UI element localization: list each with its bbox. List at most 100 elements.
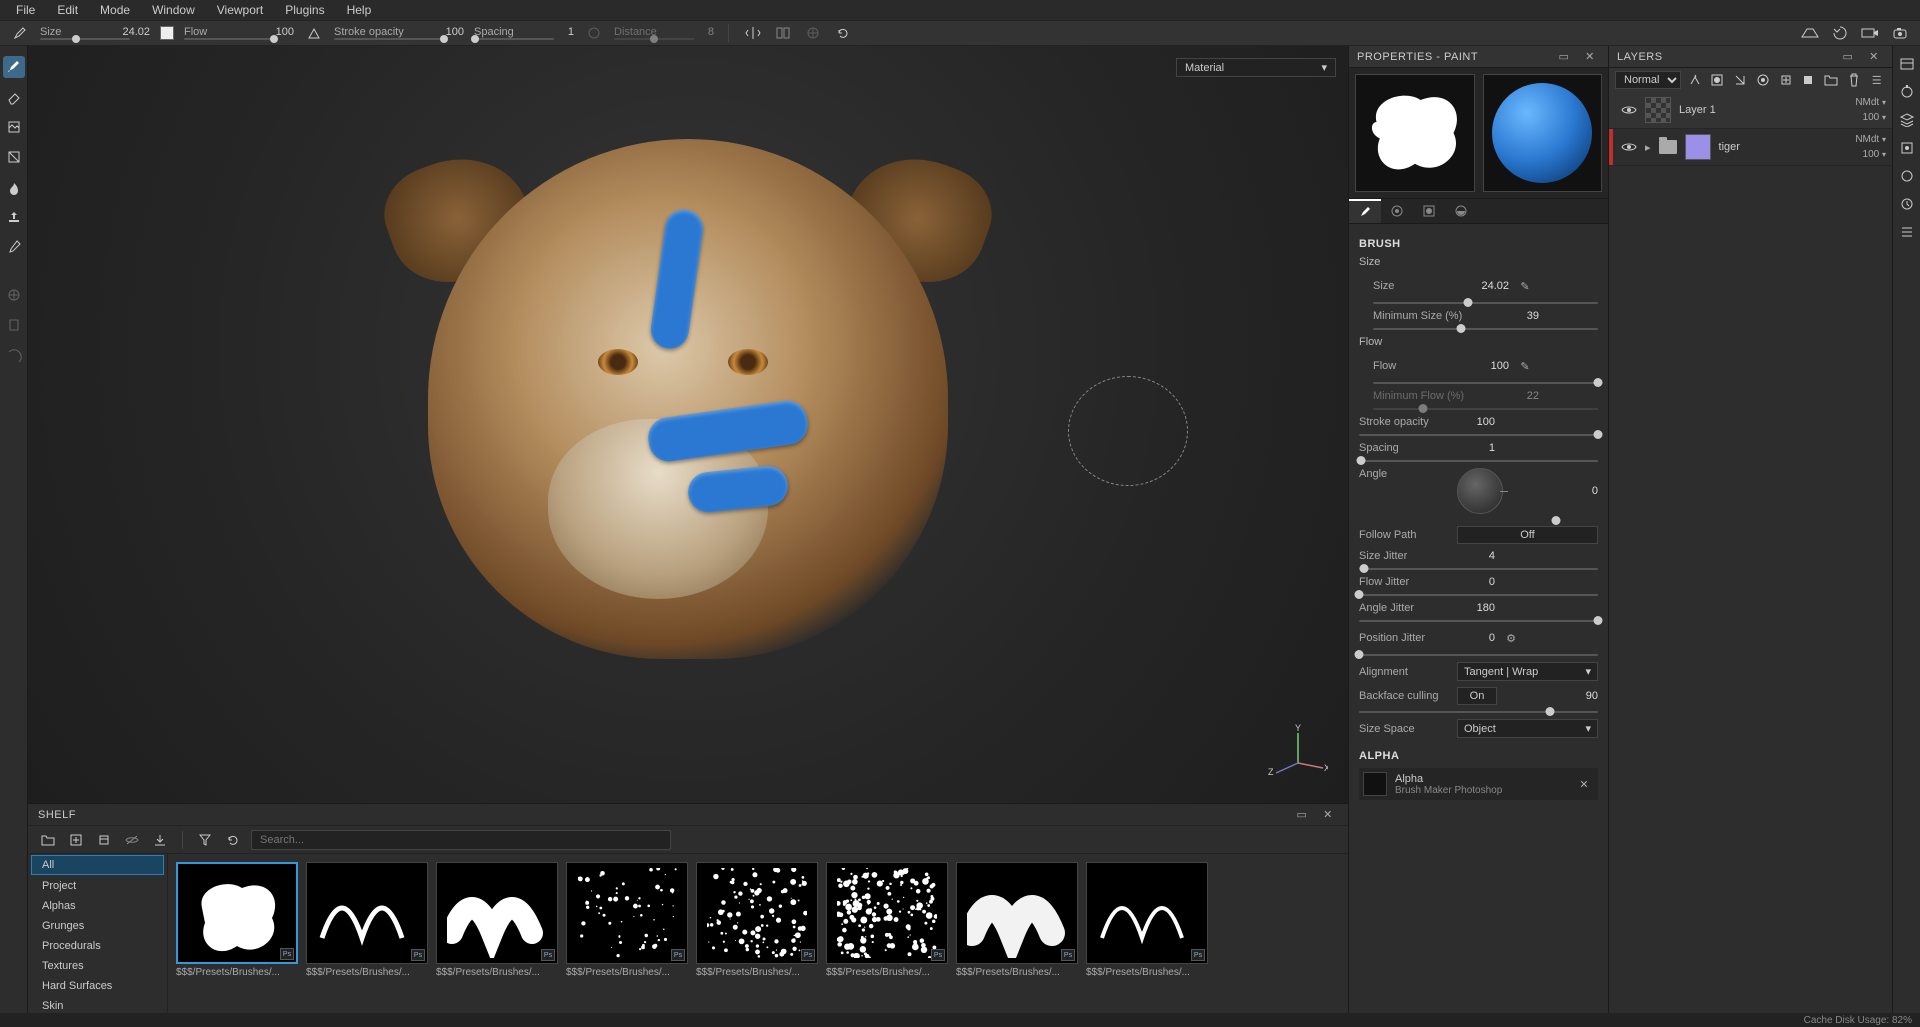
add-adjust-icon[interactable] [1731,70,1750,90]
props-tab-material[interactable] [1445,199,1477,223]
shelf-new-icon[interactable] [66,830,86,850]
dock-log-icon[interactable] [1897,222,1917,242]
dock-texset-icon[interactable] [1897,54,1917,74]
radial-icon[interactable] [803,23,823,43]
layer-row[interactable]: ▸tigerNMdt ▾100 ▾ [1609,129,1892,166]
material-toggle[interactable] [160,26,174,40]
stroke-opacity-value[interactable]: 100 [446,26,464,38]
layer-opacity[interactable]: 100 ▾ [1863,149,1886,160]
brush-preset[interactable]: Ps$$$/Presets/Brushes/... [566,862,688,1005]
menu-help[interactable]: Help [337,1,382,19]
polyfill-tool[interactable] [3,146,25,168]
delete-layer-icon[interactable] [1845,70,1864,90]
p-size-slider[interactable] [1373,302,1598,304]
camera-baking-icon[interactable] [1860,23,1880,43]
flow-pressure-icon[interactable]: ✎ [1517,356,1533,376]
flow-slider[interactable] [184,38,274,40]
size-value[interactable]: 24.02 [122,26,150,38]
brush-preset[interactable]: Ps$$$/Presets/Brushes/... [436,862,558,1005]
shelf-import-icon[interactable] [150,830,170,850]
angle-wheel[interactable] [1457,468,1503,514]
brush-picker-icon[interactable] [10,23,30,43]
p-minsize-value[interactable]: 39 [1501,310,1539,322]
props-close-icon[interactable]: ✕ [1580,47,1600,67]
p-sizespace-select[interactable]: Object▾ [1457,719,1598,738]
dock-layers-icon[interactable] [1897,110,1917,130]
p-size-value[interactable]: 24.02 [1471,280,1509,292]
shelf-cat-textures[interactable]: Textures [28,956,167,976]
props-tab-stencil[interactable] [1413,199,1445,223]
visibility-toggle-icon[interactable] [1621,103,1637,117]
picker-tool[interactable] [3,236,25,258]
shelf-cat-all[interactable]: All [31,855,164,875]
shelf-cat-grunges[interactable]: Grunges [28,916,167,936]
chevron-right-icon[interactable]: ▸ [1645,141,1651,154]
menu-edit[interactable]: Edit [47,1,88,19]
plugin2-icon[interactable] [3,314,25,336]
p-angle-value[interactable]: 0 [1560,485,1598,497]
p-spacing-value[interactable]: 1 [1457,442,1495,454]
shelf-search-input[interactable] [251,830,671,850]
brush-alpha-preview[interactable] [1355,74,1475,192]
shelf-cat-procedurals[interactable]: Procedurals [28,936,167,956]
shelf-cat-skin[interactable]: Skin [28,996,167,1013]
layer-opacity[interactable]: 100 ▾ [1863,112,1886,123]
dock-display-icon[interactable] [1897,166,1917,186]
p-minsize-slider[interactable] [1373,328,1598,330]
p-anglejitter-value[interactable]: 180 [1457,602,1495,614]
p-backface-slider[interactable] [1359,711,1598,713]
stroke-opacity-slider[interactable] [334,38,444,40]
brush-preset[interactable]: Ps$$$/Presets/Brushes/... [306,862,428,1005]
brush-preset[interactable]: Ps$$$/Presets/Brushes/... [176,862,298,1005]
menu-viewport[interactable]: Viewport [207,1,273,19]
clone-tool[interactable] [3,206,25,228]
viewport-3d[interactable]: Material ▾ Y X Z [28,46,1348,803]
layers-popout-icon[interactable]: ▭ [1838,47,1858,67]
p-follow-toggle[interactable]: Off [1457,526,1598,544]
dock-channels-icon[interactable] [1897,138,1917,158]
add-mask-icon[interactable] [1708,70,1727,90]
brush-preset[interactable]: Ps$$$/Presets/Brushes/... [956,862,1078,1005]
spacing-value[interactable]: 1 [568,26,574,38]
add-fill-icon[interactable] [1799,70,1818,90]
reset-sym-icon[interactable] [833,23,853,43]
flow-value[interactable]: 100 [276,26,294,38]
paint-tool[interactable] [3,56,25,78]
layer-menu-icon[interactable]: ☰ [1867,70,1886,90]
p-backface-toggle[interactable]: On [1457,687,1497,705]
p-alignment-select[interactable]: Tangent | Wrap▾ [1457,662,1598,681]
material-preview[interactable] [1483,74,1603,192]
plugin1-icon[interactable] [3,284,25,306]
p-posjitter-slider[interactable] [1359,654,1598,656]
menu-file[interactable]: File [6,1,45,19]
shelf-popout-icon[interactable]: ▭ [1292,805,1312,825]
add-effect-icon[interactable] [1685,70,1704,90]
p-flowjitter-slider[interactable] [1359,594,1598,596]
add-smartmat-icon[interactable] [1754,70,1773,90]
p-strokeop-value[interactable]: 100 [1457,416,1495,428]
shelf-close-icon[interactable]: ✕ [1318,805,1338,825]
size-slider[interactable] [40,38,130,40]
shelf-hide-icon[interactable] [122,830,142,850]
menu-window[interactable]: Window [142,1,205,19]
add-folder-icon[interactable] [1822,70,1841,90]
layer-name[interactable]: tiger [1719,141,1740,153]
p-backface-value[interactable]: 90 [1560,690,1598,702]
add-layer-icon[interactable] [1776,70,1795,90]
layer-blend-channels[interactable]: NMdt ▾ [1855,97,1886,108]
flow-pressure-icon[interactable] [304,23,324,43]
props-tab-alpha[interactable] [1381,199,1413,223]
shelf-folder-icon[interactable] [38,830,58,850]
shelf-filter-icon[interactable] [195,830,215,850]
mirror-icon[interactable] [773,23,793,43]
p-anglejitter-slider[interactable] [1359,620,1598,622]
p-posjitter-value[interactable]: 0 [1457,632,1495,644]
shelf-cat-project[interactable]: Project [28,876,167,896]
layer-name[interactable]: Layer 1 [1679,104,1716,116]
p-flowjitter-value[interactable]: 0 [1457,576,1495,588]
props-popout-icon[interactable]: ▭ [1554,47,1574,67]
p-flow-slider[interactable] [1373,382,1598,384]
posjitter-gear-icon[interactable]: ⚙ [1503,628,1519,648]
rotate-icon[interactable] [1830,23,1850,43]
layer-row[interactable]: Layer 1 NMdt ▾ 100 ▾ [1609,92,1892,129]
